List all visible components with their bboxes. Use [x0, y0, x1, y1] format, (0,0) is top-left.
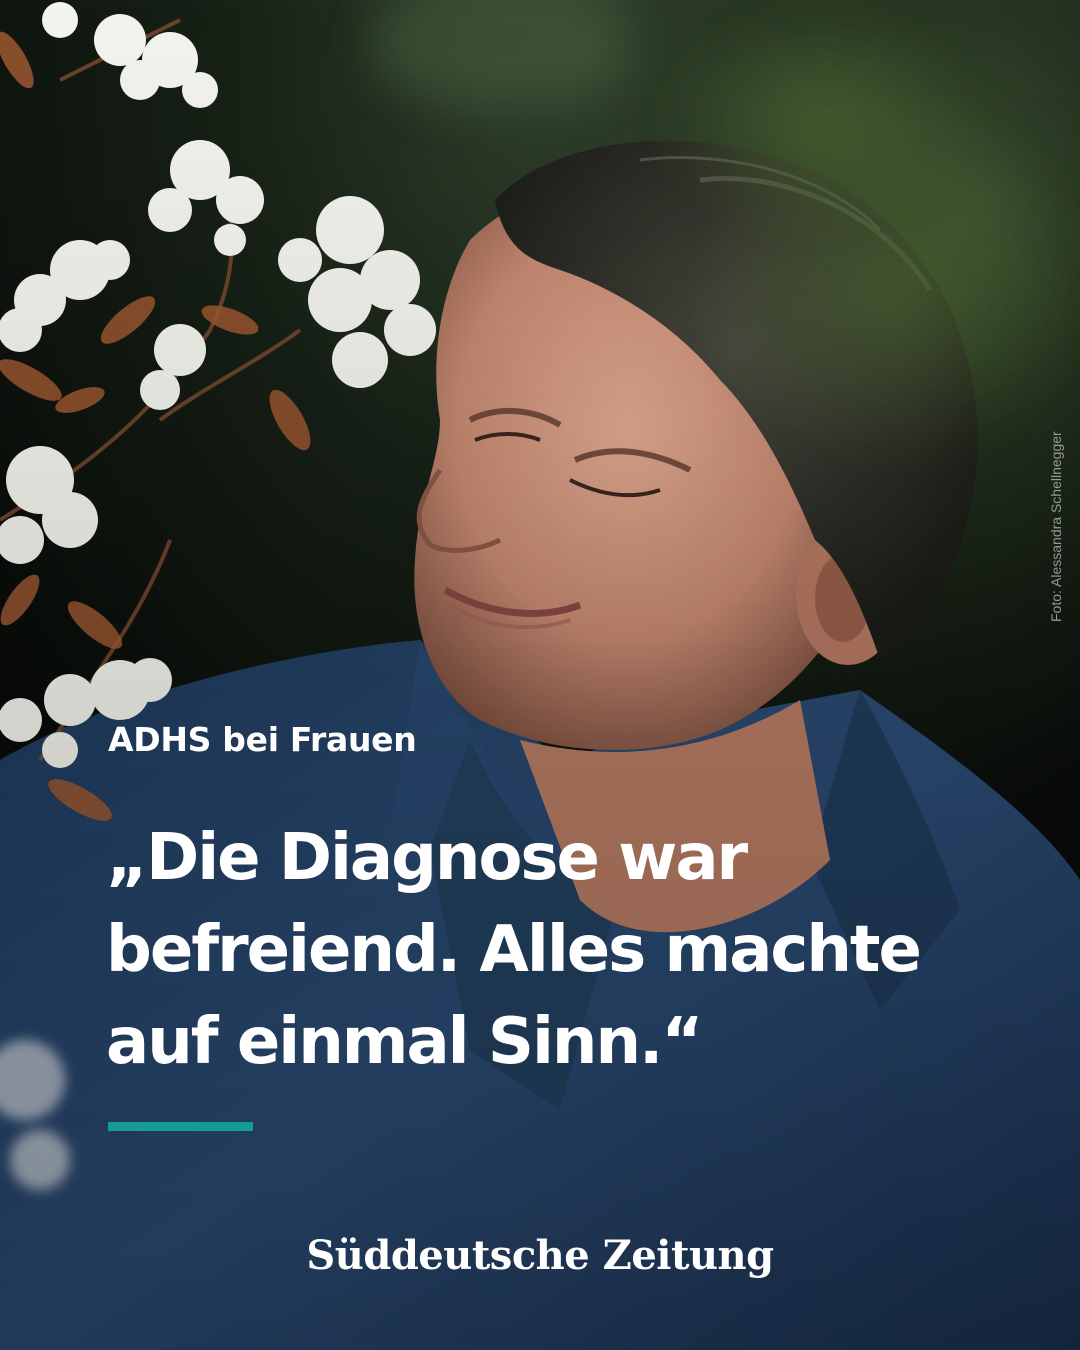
portrait-photo	[0, 0, 1080, 1350]
kicker-label: ADHS bei Frauen	[108, 720, 417, 759]
headline-quote: „Die Diagnose war befreiend. Alles macht…	[106, 812, 986, 1088]
quote-line: befreiend. Alles machte	[106, 913, 922, 987]
brand-logo: Süddeutsche Zeitung	[306, 1232, 774, 1279]
photo-credit: Foto: Alessandra Schellnegger	[1048, 431, 1064, 623]
social-card: Foto: Alessandra Schellnegger ADHS bei F…	[0, 0, 1080, 1350]
quote-line: „Die Diagnose war	[106, 821, 748, 895]
accent-divider	[108, 1122, 253, 1131]
quote-line: auf einmal Sinn.“	[106, 1005, 703, 1079]
